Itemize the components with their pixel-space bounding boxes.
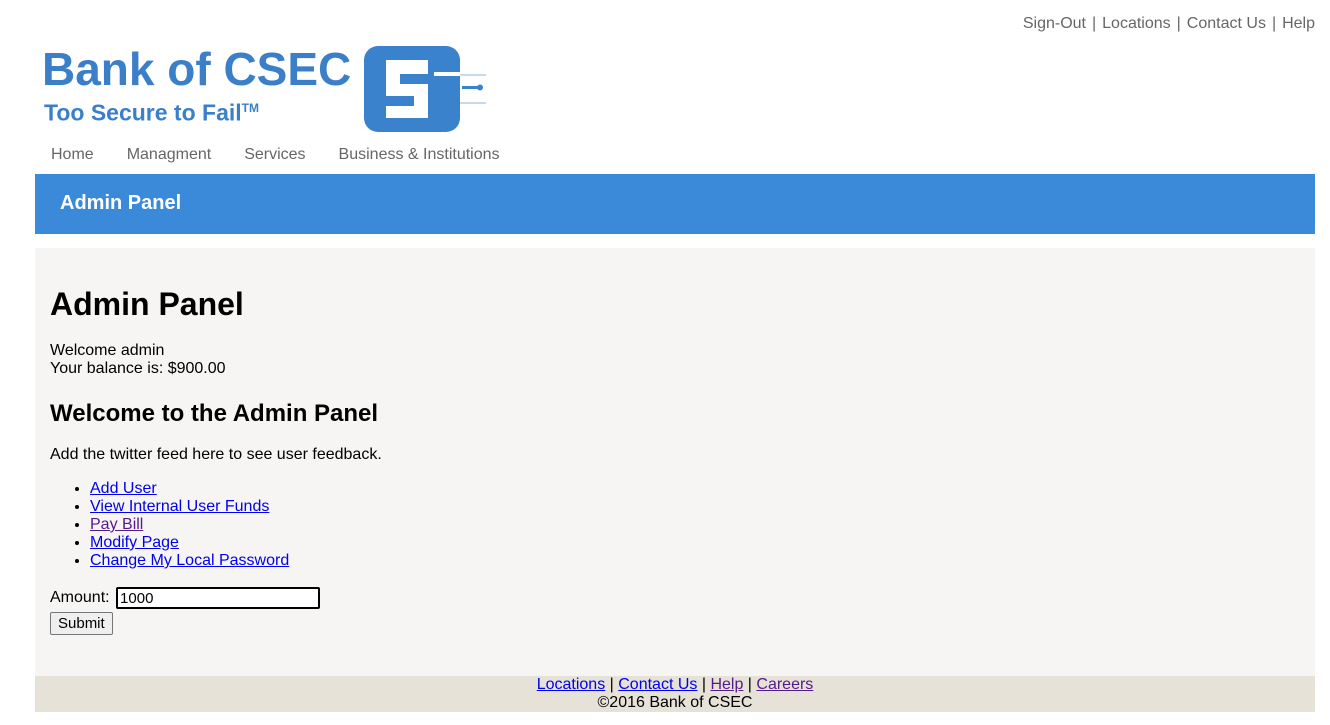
logo-tagline: Too Secure to FailTM [44, 99, 259, 126]
amount-input[interactable] [116, 587, 321, 609]
modify-page-link[interactable]: Modify Page [90, 534, 179, 551]
nav-business-institutions[interactable]: Business & Institutions [339, 146, 500, 164]
main-content: Admin Panel Welcome admin Your balance i… [35, 248, 1315, 676]
nav-home[interactable]: Home [51, 146, 94, 164]
help-link[interactable]: Help [1282, 15, 1315, 32]
pay-bill-link[interactable]: Pay Bill [90, 516, 143, 533]
separator: | [1176, 15, 1181, 32]
admin-links-list: Add User View Internal User Funds Pay Bi… [50, 480, 289, 570]
nav-services[interactable]: Services [244, 146, 305, 164]
welcome-text: Welcome admin [50, 342, 165, 359]
view-internal-user-funds-link[interactable]: View Internal User Funds [90, 498, 269, 515]
submit-button[interactable]: Submit [50, 612, 113, 635]
add-user-link[interactable]: Add User [90, 480, 157, 497]
list-item: View Internal User Funds [90, 498, 289, 516]
footer-contact-us-link[interactable]: Contact Us [618, 676, 697, 693]
logo-name: Bank of CSEC [42, 43, 352, 95]
banner-title: Admin Panel [60, 192, 182, 214]
welcome-block: Welcome admin Your balance is: $900.00 [50, 342, 226, 378]
footer-help-link[interactable]: Help [710, 676, 743, 693]
separator: | [1091, 15, 1097, 32]
separator: | [1271, 15, 1277, 32]
list-item: Change My Local Password [90, 552, 289, 570]
list-item: Modify Page [90, 534, 289, 552]
csec-logo-icon [364, 46, 486, 132]
list-item: Pay Bill [90, 516, 289, 534]
main-nav: Home Managment Services Business & Institut… [35, 146, 517, 172]
sign-out-link[interactable]: Sign-Out [1023, 15, 1086, 32]
balance-text: Your balance is: $900.00 [50, 360, 226, 377]
footer-careers-link[interactable]: Careers [756, 676, 813, 693]
amount-row: Amount: [50, 587, 321, 609]
page-banner: Admin Panel [35, 174, 1315, 234]
contact-us-link[interactable]: Contact Us [1187, 15, 1266, 32]
bank-logo[interactable]: Bank of CSEC Too Secure to FailTM [42, 44, 487, 134]
change-password-link[interactable]: Change My Local Password [90, 552, 289, 569]
footer-locations-link[interactable]: Locations [537, 676, 606, 693]
locations-link[interactable]: Locations [1102, 15, 1171, 32]
copyright-text: ©2016 Bank of CSEC [597, 694, 753, 711]
footer: Locations | Contact Us | Help | Careers … [35, 676, 1315, 712]
section-heading: Welcome to the Admin Panel [50, 400, 379, 427]
page-title: Admin Panel [50, 286, 244, 322]
amount-label: Amount: [50, 589, 110, 607]
top-links: Sign-Out | Locations | Contact Us | Help [1023, 15, 1315, 33]
list-item: Add User [90, 480, 289, 498]
feed-text: Add the twitter feed here to see user fe… [50, 446, 382, 463]
footer-links: Locations | Contact Us | Help | Careers [536, 676, 814, 693]
nav-management[interactable]: Managment [127, 146, 212, 164]
